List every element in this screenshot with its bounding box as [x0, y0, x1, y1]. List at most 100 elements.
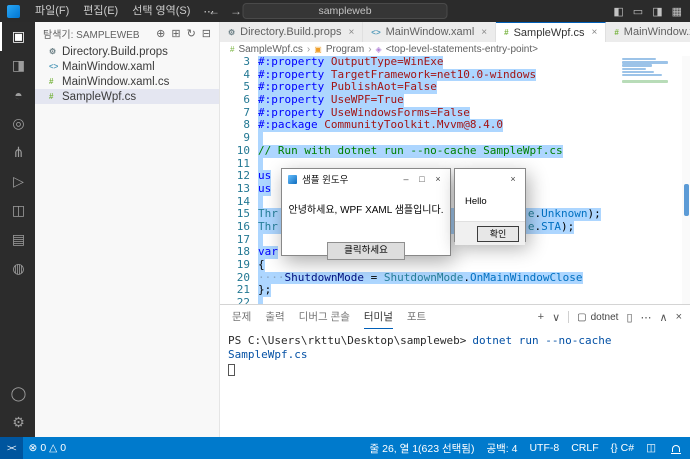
tab-label: MainWindow.xaml — [385, 26, 475, 38]
toggle-panel-icon[interactable]: ▭ — [633, 5, 643, 18]
cursor-position-status[interactable]: 줄 26, 열 1(623 선택됨) — [364, 441, 481, 456]
editor-scrollbar[interactable] — [682, 56, 690, 304]
line-number: 22 — [236, 296, 250, 304]
run-debug-icon[interactable]: ▷ — [0, 167, 35, 196]
command-center[interactable]: sampleweb — [242, 3, 448, 19]
collapse-folders-icon[interactable]: ⊟ — [202, 27, 211, 40]
tab-close-icon[interactable]: × — [592, 27, 598, 38]
menu-selection[interactable]: 선택 영역(S) — [125, 0, 197, 22]
tab-close-icon[interactable]: × — [348, 27, 354, 38]
tab-label: Directory.Build.props — [240, 26, 342, 38]
minimap[interactable] — [620, 58, 676, 84]
dialog-title-bar[interactable]: 샘플 윈도우 – □ × — [282, 169, 450, 189]
account-icon[interactable]: ◯ — [0, 379, 35, 408]
notifications-bell[interactable] — [662, 444, 690, 454]
tab-mainwindow-xaml-cs[interactable]: # MainWindow.xaml.cs × — [606, 22, 690, 42]
click-me-button[interactable]: 클릭하세요 — [327, 242, 405, 260]
language-label: C# — [620, 442, 635, 454]
terminal-instance-item[interactable]: ▢ dotnet — [577, 312, 618, 323]
ok-button[interactable]: 확인 — [477, 226, 519, 242]
panel-tab-output[interactable]: 출력 — [265, 305, 284, 329]
csharp-file-icon: # — [49, 92, 54, 101]
dialog-title-bar[interactable]: × — [455, 169, 525, 189]
azure-icon[interactable]: ▤ — [0, 225, 35, 254]
minimap-line — [622, 64, 652, 67]
menu-file[interactable]: 파일(F) — [28, 0, 76, 22]
terminal-line: PS C:\Users\rkttu\Desktop\sampleweb> dotn… — [228, 334, 682, 362]
tab-samplewpf-cs[interactable]: # SampleWpf.cs × — [496, 22, 607, 42]
tab-close-icon[interactable]: × — [481, 27, 487, 38]
warning-icon: △ — [49, 442, 58, 454]
code-line: 21}; — [220, 284, 690, 298]
layout-status-icon[interactable]: ◫ — [640, 442, 662, 454]
breadcrumb-file[interactable]: SampleWpf.cs — [238, 44, 302, 55]
chevron-down-icon[interactable]: ∨ — [552, 311, 560, 324]
search-icon[interactable]: ◎ — [0, 109, 35, 138]
panel-tab-terminal[interactable]: 터미널 — [363, 305, 393, 329]
file-item-directory-build-props[interactable]: ⚙ Directory.Build.props — [35, 44, 219, 59]
file-item-mainwindow-xaml[interactable]: <> MainWindow.xaml — [35, 59, 219, 74]
panel-tab-problems[interactable]: 문제 — [232, 305, 251, 329]
close-panel-icon[interactable]: × — [676, 311, 682, 323]
settings-icon[interactable]: ⚙ — [0, 408, 35, 437]
explorer-title: 탐색기: SAMPLEWEB — [43, 29, 140, 41]
breadcrumb-symbol[interactable]: <top-level-statements-entry-point> — [386, 44, 538, 55]
breadcrumb-separator: › — [368, 43, 372, 55]
source-control-icon[interactable]: ⋔ — [0, 138, 35, 167]
remote-explorer-icon[interactable]: ◨ — [0, 51, 35, 80]
wpf-message-box: × Hello 확인 — [454, 168, 526, 245]
more-actions-icon[interactable]: ⋯ — [641, 311, 652, 324]
containers-icon[interactable]: ◍ — [0, 254, 35, 283]
toggle-sidebar-icon[interactable]: ◧ — [613, 5, 623, 18]
panel-header: 문제 출력 디버그 콘솔 터미널 포트 + ∨ ▢ dotnet ▯ ⋯ ∧ × — [220, 305, 690, 329]
new-folder-icon[interactable]: ⊞ — [171, 27, 180, 40]
close-icon[interactable]: × — [430, 174, 446, 184]
refresh-icon[interactable]: ↻ — [187, 27, 196, 40]
error-icon: ⊗ — [28, 442, 38, 454]
bottom-panel: 문제 출력 디버그 콘솔 터미널 포트 + ∨ ▢ dotnet ▯ ⋯ ∧ ×… — [220, 304, 690, 437]
error-count: 0 — [40, 442, 47, 454]
problems-status[interactable]: ⊗ 0 △ 0 — [23, 442, 73, 454]
terminal-content[interactable]: PS C:\Users\rkttu\Desktop\sampleweb> dotn… — [220, 329, 690, 381]
maximize-icon[interactable]: □ — [414, 174, 430, 184]
remote-indicator[interactable]: >< — [0, 437, 23, 459]
tab-directory-build-props[interactable]: ⚙ Directory.Build.props × — [220, 22, 364, 42]
line-number: 9 — [243, 131, 250, 145]
file-name: MainWindow.xaml — [62, 60, 155, 73]
close-icon[interactable]: × — [505, 174, 521, 184]
maximize-panel-icon[interactable]: ∧ — [660, 311, 668, 324]
minimap-line — [622, 58, 656, 61]
nav-forward-icon[interactable]: → — [230, 4, 242, 18]
panel-tab-ports[interactable]: 포트 — [407, 305, 426, 329]
tab-label: MainWindow.xaml.cs — [623, 26, 690, 38]
toggle-secondary-sidebar-icon[interactable]: ◨ — [652, 5, 662, 18]
chat-icon[interactable]: ◓ — [0, 80, 35, 109]
minimize-icon[interactable]: – — [398, 174, 414, 184]
breadcrumb-separator: › — [306, 43, 311, 55]
csharp-file-icon: # — [49, 77, 54, 86]
new-terminal-icon[interactable]: + — [538, 311, 544, 323]
extensions-icon[interactable]: ◫ — [0, 196, 35, 225]
menu-edit[interactable]: 편집(E) — [76, 0, 125, 22]
minimap-line — [622, 61, 668, 64]
customize-layout-icon[interactable]: ▦ — [672, 5, 682, 18]
tab-mainwindow-xaml[interactable]: <> MainWindow.xaml × — [363, 22, 497, 42]
indentation-status[interactable]: 공백: 4 — [480, 441, 523, 456]
tab-bar: ⚙ Directory.Build.props × <> MainWindow.… — [220, 22, 690, 42]
eol-status[interactable]: CRLF — [565, 442, 604, 454]
kill-terminal-icon[interactable]: ▯ — [626, 311, 632, 324]
line-number: 13 — [236, 181, 250, 195]
panel-tab-debug-console[interactable]: 디버그 콘솔 — [299, 305, 350, 329]
code-line: 22 — [220, 296, 690, 304]
nav-back-icon[interactable]: ← — [208, 4, 220, 18]
breadcrumb-class[interactable]: Program — [326, 44, 364, 55]
language-mode-status[interactable]: {} C# — [605, 442, 640, 454]
status-bar: >< ⊗ 0 △ 0 줄 26, 열 1(623 선택됨) 공백: 4 UTF-… — [0, 437, 690, 459]
dialog-message: 안녕하세요, WPF XAML 샘플입니다. — [288, 205, 444, 216]
file-item-mainwindow-xaml-cs[interactable]: # MainWindow.xaml.cs — [35, 74, 219, 89]
explorer-icon[interactable]: ▣ — [0, 22, 35, 51]
bell-icon — [671, 444, 681, 454]
encoding-status[interactable]: UTF-8 — [523, 442, 565, 454]
new-file-icon[interactable]: ⊕ — [156, 27, 165, 40]
file-item-samplewpf-cs[interactable]: # SampleWpf.cs — [35, 89, 219, 104]
